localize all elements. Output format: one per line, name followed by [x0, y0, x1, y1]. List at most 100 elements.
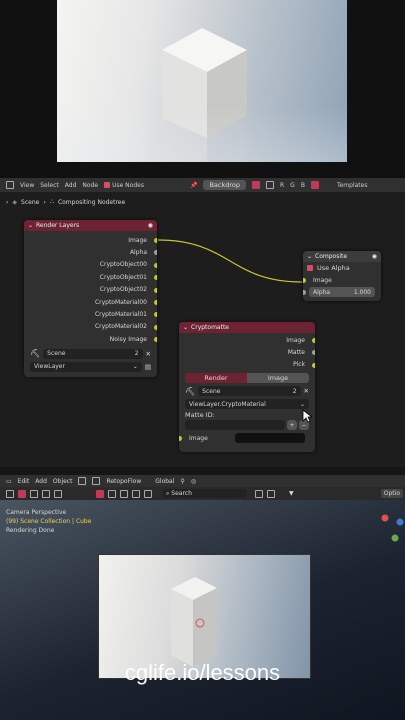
- render-icon[interactable]: ◉: [372, 253, 377, 260]
- output-matte[interactable]: Matte: [179, 346, 315, 358]
- retopoflow-menu[interactable]: RetopoFlow: [106, 478, 141, 485]
- node-editor-canvas[interactable]: ⌄ Render Layers ◉ Image Alpha CryptoObje…: [0, 212, 405, 467]
- output-pick[interactable]: Pick: [179, 359, 315, 371]
- input-image[interactable]: Image: [303, 274, 381, 286]
- cryptomatte-node[interactable]: ⌄ Cryptomatte Image Matte Pick Render Im…: [179, 322, 315, 452]
- tab-image[interactable]: Image: [247, 373, 309, 384]
- area-divider[interactable]: [0, 467, 405, 475]
- channel-color-icon[interactable]: [252, 181, 260, 189]
- channel-alpha-icon[interactable]: [266, 181, 274, 189]
- socket-dot[interactable]: [154, 312, 157, 318]
- proportional-icon[interactable]: ◎: [191, 478, 196, 485]
- output-noisy-image[interactable]: Noisy Image: [24, 333, 157, 345]
- view-layer-select[interactable]: ViewLayer ⌄: [30, 361, 142, 372]
- use-alpha-toggle[interactable]: Use Alpha: [303, 262, 381, 274]
- output-cryptomaterial00[interactable]: CryptoMaterial00: [24, 296, 157, 308]
- alpha-field[interactable]: Alpha 1.000: [309, 287, 375, 297]
- socket-dot[interactable]: [154, 262, 157, 268]
- menu-add[interactable]: Add: [65, 182, 77, 189]
- layer-select[interactable]: ViewLayer.CryptoMaterial ⌄: [185, 399, 309, 410]
- socket-dot[interactable]: [303, 290, 306, 295]
- render-icon[interactable]: ◉: [148, 222, 153, 229]
- node-header[interactable]: ⌄ Composite ◉: [303, 251, 381, 262]
- socket-dot[interactable]: [154, 250, 157, 256]
- output-cryptomaterial01[interactable]: CryptoMaterial01: [24, 308, 157, 320]
- overlay-icon[interactable]: [310, 181, 319, 189]
- socket-dot[interactable]: [312, 350, 315, 356]
- tab-render[interactable]: Render: [185, 373, 247, 384]
- composite-node[interactable]: ⌄ Composite ◉ Use Alpha Image Alpha 1.000: [303, 251, 381, 301]
- socket-dot[interactable]: [154, 287, 157, 293]
- render-layer-icon[interactable]: ▤: [145, 363, 151, 371]
- select-box-icon[interactable]: [6, 489, 14, 498]
- transform-orientation-dropdown[interactable]: Global: [155, 478, 174, 485]
- scene-field[interactable]: Scene 2: [43, 348, 143, 359]
- menu-add[interactable]: Add: [35, 478, 47, 485]
- filter-icon[interactable]: ▼: [289, 490, 294, 497]
- socket-dot[interactable]: [312, 362, 315, 368]
- select-tool-icon[interactable]: [42, 489, 50, 498]
- scene-icon[interactable]: ⛏: [185, 387, 195, 396]
- select-tool-icon[interactable]: [96, 489, 104, 498]
- breadcrumb-scene[interactable]: Scene: [21, 199, 39, 206]
- matte-id-field[interactable]: [185, 420, 285, 431]
- backdrop-button[interactable]: Backdrop: [203, 180, 246, 190]
- channel-r[interactable]: R: [280, 182, 284, 189]
- output-alpha[interactable]: Alpha: [24, 246, 157, 258]
- socket-dot[interactable]: [179, 436, 182, 442]
- close-icon[interactable]: ✕: [146, 350, 151, 358]
- scene-icon[interactable]: ⛏: [30, 349, 40, 358]
- menu-view[interactable]: View: [20, 182, 34, 189]
- options-label[interactable]: Optio: [380, 489, 403, 498]
- input-image[interactable]: Image: [179, 432, 315, 444]
- scene-field[interactable]: Scene 2: [198, 386, 301, 397]
- select-tool-icon[interactable]: [30, 489, 38, 498]
- render-layers-node[interactable]: ⌄ Render Layers ◉ Image Alpha CryptoObje…: [24, 220, 157, 377]
- select-tool-icon[interactable]: [18, 489, 26, 498]
- templates-menu[interactable]: Templates: [337, 182, 368, 189]
- output-cryptoobject00[interactable]: CryptoObject00: [24, 259, 157, 271]
- navigation-gizmo-icon[interactable]: [375, 510, 405, 550]
- socket-dot[interactable]: [154, 324, 157, 330]
- 3d-viewport[interactable]: Camera Perspective (99) Scene Collection…: [0, 500, 405, 720]
- channel-b[interactable]: B: [301, 182, 305, 189]
- collapse-icon[interactable]: ⌄: [28, 222, 33, 229]
- close-icon[interactable]: ✕: [304, 387, 309, 395]
- display-icon[interactable]: [255, 489, 263, 498]
- overlay-toggle-icon[interactable]: [92, 477, 101, 485]
- channel-g[interactable]: G: [290, 182, 295, 189]
- add-matte-button[interactable]: +: [287, 420, 297, 431]
- snap-icon[interactable]: ⚲: [180, 478, 184, 485]
- tool-icon[interactable]: [132, 489, 140, 498]
- collapse-icon[interactable]: ⌄: [183, 324, 188, 331]
- tool-icon[interactable]: [120, 489, 128, 498]
- menu-select[interactable]: Select: [40, 182, 59, 189]
- select-mode-icon[interactable]: ▭: [6, 478, 12, 485]
- collapse-icon[interactable]: ⌄: [307, 253, 312, 260]
- node-header[interactable]: ⌄ Cryptomatte: [179, 322, 315, 333]
- menu-edit[interactable]: Edit: [18, 478, 30, 485]
- menu-object[interactable]: Object: [53, 478, 73, 485]
- socket-dot[interactable]: [154, 275, 157, 281]
- output-cryptoobject01[interactable]: CryptoObject01: [24, 271, 157, 283]
- editor-type-icon[interactable]: [6, 181, 14, 189]
- select-tool-icon[interactable]: [54, 489, 62, 498]
- socket-dot[interactable]: [154, 337, 157, 343]
- socket-dot[interactable]: [154, 238, 157, 243]
- breadcrumb-nodetree[interactable]: Compositing Nodetree: [58, 199, 125, 206]
- menu-node[interactable]: Node: [82, 182, 98, 189]
- image-color-field[interactable]: [235, 433, 305, 444]
- use-nodes-toggle[interactable]: Use Nodes: [104, 182, 144, 189]
- view-icon[interactable]: [78, 477, 87, 485]
- socket-dot[interactable]: [303, 278, 306, 283]
- output-cryptomaterial02[interactable]: CryptoMaterial02: [24, 321, 157, 333]
- node-header[interactable]: ⌄ Render Layers ◉: [24, 220, 157, 231]
- output-image[interactable]: Image: [179, 334, 315, 346]
- socket-dot[interactable]: [154, 299, 157, 305]
- pin-icon[interactable]: 📌: [190, 182, 197, 189]
- output-cryptoobject02[interactable]: CryptoObject02: [24, 284, 157, 296]
- tool-icon[interactable]: [108, 489, 116, 498]
- display-icon[interactable]: [267, 489, 275, 498]
- tool-icon[interactable]: [144, 489, 152, 498]
- output-image[interactable]: Image: [24, 234, 157, 246]
